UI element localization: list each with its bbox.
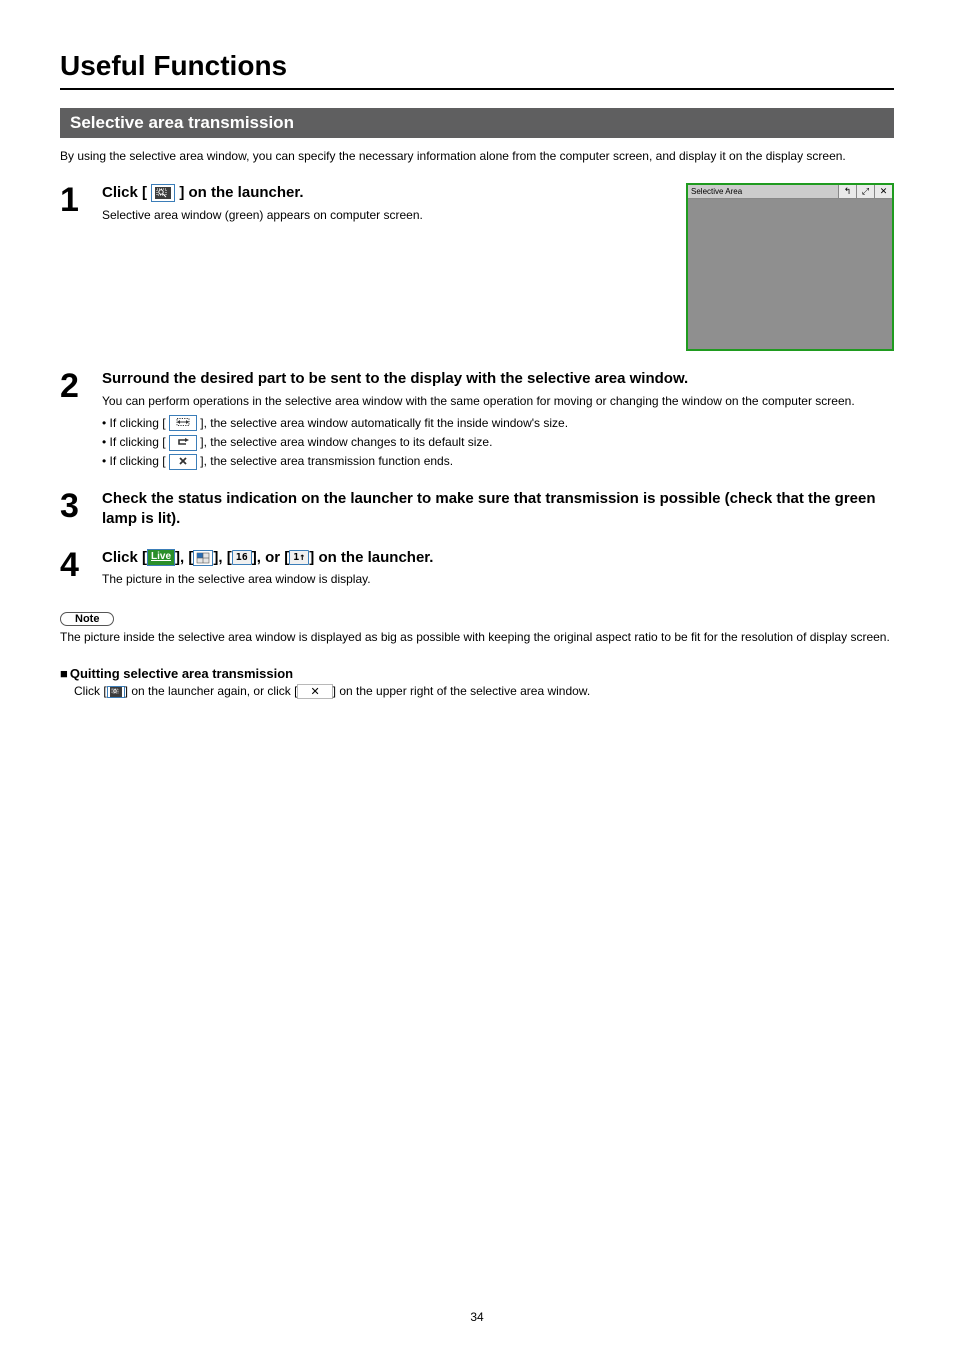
fit-icon: ⤢ [856, 185, 874, 198]
step-number: 1 [60, 183, 88, 351]
bullet-1: • If clicking [ ], the selective area wi… [102, 414, 894, 433]
title-rule [60, 88, 894, 90]
single-up-icon: 1↑ [289, 550, 309, 566]
text: ], the selective area window changes to … [200, 435, 492, 449]
step-4-sub: The picture in the selective area window… [102, 570, 894, 588]
close-icon: ✕ [874, 185, 892, 198]
quit-subsection: Quitting selective area transmission Cli… [60, 666, 894, 699]
close-icon: ✕ [297, 684, 332, 699]
selective-area-icon [107, 686, 125, 698]
step-3-heading: Check the status indication on the launc… [102, 489, 894, 530]
quit-heading: Quitting selective area transmission [60, 666, 894, 681]
text: ] on the upper right of the selective ar… [333, 684, 591, 698]
text: ], the selective area window automatical… [200, 416, 568, 430]
revert-icon: ↰ [838, 185, 856, 198]
step-4: 4 Click [Live], [], [16], or [1↑] on the… [60, 548, 894, 588]
text: ] on the launcher again, or click [ [125, 684, 298, 698]
text: ], the selective area transmission funct… [200, 454, 453, 468]
step-2-sub: You can perform operations in the select… [102, 392, 894, 410]
step-1-sub: Selective area window (green) appears on… [102, 206, 666, 224]
note-label: Note [60, 612, 114, 626]
note-block: Note The picture inside the selective ar… [60, 606, 894, 646]
note-text: The picture inside the selective area wi… [60, 628, 894, 646]
step-1-heading: Click [ ] on the launcher. [102, 183, 666, 203]
text: ], [ [213, 549, 231, 566]
step-1: 1 Click [ ] on the launcher. Selective a… [60, 183, 894, 351]
bullet-3: • If clicking [ ], the selective area tr… [102, 452, 894, 471]
text: ] on the launcher. [309, 549, 433, 566]
multi-4-icon [193, 550, 213, 566]
text: Click [ [102, 549, 147, 566]
screenshot-title-text: Selective Area [691, 187, 742, 196]
text: Click [ [102, 184, 147, 201]
quit-body: Click [ ] on the launcher again, or click… [60, 684, 894, 699]
step-3: 3 Check the status indication on the lau… [60, 489, 894, 530]
step-2: 2 Surround the desired part to be sent t… [60, 369, 894, 471]
document-page: Useful Functions Selective area transmis… [0, 0, 954, 1352]
screenshot-titlebar: Selective Area ↰ ⤢ ✕ [688, 185, 892, 199]
text: • If clicking [ [102, 416, 166, 430]
fit-window-icon [169, 415, 197, 431]
step-number: 4 [60, 548, 88, 588]
page-title: Useful Functions [60, 50, 894, 82]
section-heading: Selective area transmission [60, 108, 894, 138]
text: ], or [ [252, 549, 290, 566]
screenshot-buttons: ↰ ⤢ ✕ [838, 185, 892, 198]
selective-area-window-screenshot: Selective Area ↰ ⤢ ✕ [686, 183, 894, 351]
step-number: 2 [60, 369, 88, 471]
text: ], [ [175, 549, 193, 566]
live-icon: Live [147, 549, 175, 566]
text: ] on the launcher. [179, 184, 303, 201]
intro-text: By using the selective area window, you … [60, 148, 894, 165]
bullet-2: • If clicking [ ], the selective area wi… [102, 433, 894, 452]
page-number: 34 [0, 1310, 954, 1324]
text: • If clicking [ [102, 454, 166, 468]
step-4-heading: Click [Live], [], [16], or [1↑] on the l… [102, 548, 894, 568]
close-icon [169, 454, 197, 470]
selective-area-icon [151, 184, 175, 202]
step-2-bullets: • If clicking [ ], the selective area wi… [102, 414, 894, 472]
text: Click [ [74, 684, 107, 698]
multi-16-icon: 16 [232, 550, 252, 566]
screenshot-body [688, 199, 892, 349]
step-2-heading: Surround the desired part to be sent to … [102, 369, 894, 389]
step-number: 3 [60, 489, 88, 530]
text: • If clicking [ [102, 435, 166, 449]
default-size-icon [169, 435, 197, 451]
